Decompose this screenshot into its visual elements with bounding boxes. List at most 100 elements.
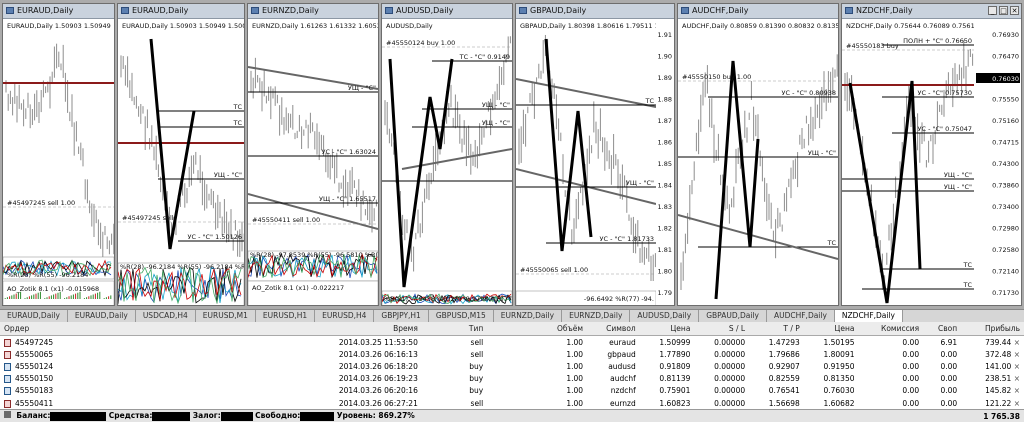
tab-eurnzd-daily[interactable]: EURNZD,Daily: [562, 310, 631, 322]
tab-eurusd-h4[interactable]: EURUSD,H4: [315, 310, 375, 322]
column-header[interactable]: Тип: [421, 322, 488, 336]
table-row[interactable]: 45550411 2014.03.26 06:27:21 sell 1.00 eurnz…: [0, 397, 1024, 410]
order-id: 45550183: [0, 385, 167, 397]
close-order-icon[interactable]: ×: [1014, 399, 1020, 408]
chart-icon: [251, 7, 259, 14]
column-header[interactable]: Ордер: [0, 322, 168, 336]
column-header[interactable]: Цена: [803, 322, 859, 336]
chart-window-gbpaud[interactable]: GBPAUD,Daily GBPAUD,Daily 1.80398 1.8061…: [515, 3, 675, 306]
table-cell: 1.79686: [768, 349, 800, 359]
order-icon: [4, 350, 11, 359]
chart-tabs-bar: EURAUD,Daily EURAUD,Daily USDCAD,H4 EURUSD,…: [0, 309, 1024, 323]
terminal-panel: Ордер Время Тип Объём Символ Цена S / LT / P Це…: [0, 322, 1024, 436]
chart-window-eurnzd[interactable]: EURNZD,Daily EURNZD,Daily 1.61263 1.6133…: [247, 3, 379, 306]
chart-label: NZDCHF,Daily 0.75644 0.76089 0.75612 0.7…: [846, 22, 995, 30]
window-title[interactable]: NZDCHF,Daily _ □ ✕: [842, 4, 1021, 19]
tab-gbpjpy-h1[interactable]: GBPJPY,H1: [374, 310, 429, 322]
chart-label: УС - "С" 0.75047: [918, 125, 972, 133]
table-cell: 0.81350: [823, 374, 855, 384]
tab-nzdchf-daily[interactable]: NZDCHF,Daily: [834, 310, 903, 322]
table-cell: 6.91: [940, 337, 958, 347]
close-order-icon[interactable]: ×: [1014, 338, 1020, 347]
table-cell: sell: [470, 398, 484, 408]
column-header[interactable]: Комиссия: [858, 322, 924, 336]
minimize-button[interactable]: _: [988, 6, 997, 15]
close-order-icon[interactable]: ×: [1014, 362, 1020, 371]
chart-label: 1.84: [658, 182, 672, 190]
chart-window-nzdchf[interactable]: NZDCHF,Daily _ □ ✕ NZDCHF,Daily 0.75644 …: [841, 3, 1022, 306]
tab-euraud-daily[interactable]: EURAUD,Daily: [68, 310, 136, 322]
close-order-icon[interactable]: ×: [1014, 386, 1020, 395]
window-title[interactable]: AUDUSD,Daily: [382, 4, 512, 19]
window-title[interactable]: AUDCHF,Daily: [678, 4, 838, 19]
chart-area[interactable]: EURAUD,Daily 1.50903 1.50949 #45497245 se…: [3, 19, 114, 306]
window-title[interactable]: EURAUD,Daily: [118, 4, 244, 19]
chart-icon: [519, 7, 527, 14]
total-profit: 1 765.38: [961, 409, 1024, 423]
table-row[interactable]: 45550150 2014.03.26 06:19:23 buy 1.00 audchf…: [0, 373, 1024, 385]
equity-label: Средства:: [108, 411, 153, 421]
close-button[interactable]: ✕: [1010, 6, 1019, 15]
tab-audusd-daily[interactable]: AUDUSD,Daily: [630, 310, 700, 322]
chart-label: УЩ - "С": [348, 84, 376, 92]
column-header[interactable]: Время: [167, 322, 422, 336]
chart-window-euraud-1[interactable]: EURAUD,Daily EURAUD,Daily 1.50903 1.5094…: [2, 3, 115, 306]
tab-gbpaud-daily[interactable]: GBPAUD,Daily: [699, 310, 767, 322]
chart-label: 1.85: [658, 160, 672, 168]
chart-icon: [845, 7, 853, 14]
column-header[interactable]: Символ: [587, 322, 640, 336]
window-title[interactable]: EURAUD,Daily: [3, 4, 114, 19]
column-header[interactable]: Своп: [923, 322, 962, 336]
chart-label: #45550065 sell 1.00: [520, 266, 588, 274]
table-cell: 0.81139: [659, 374, 691, 384]
chart-label: УЩ - "С": [944, 171, 972, 179]
window-title-text: EURNZD,Daily: [262, 6, 319, 15]
chart-label: 0.72980: [992, 225, 1019, 233]
chart-label: GBPAUD,Daily 1.80398 1.80616 1.79511 1.7…: [520, 22, 669, 30]
chart-label: 0.72140: [992, 268, 1019, 276]
table-row[interactable]: 45550124 2014.03.26 06:18:20 buy 1.00 audusd…: [0, 360, 1024, 372]
column-header[interactable]: Прибыль: [961, 322, 1024, 336]
chart-area[interactable]: AUDCHF,Daily 0.80859 0.81390 0.80832 0.8…: [678, 19, 838, 306]
column-header[interactable]: Цена: [639, 322, 695, 336]
tab-eurnzd-daily[interactable]: EURNZD,Daily: [494, 310, 563, 322]
window-title[interactable]: GBPAUD,Daily: [516, 4, 674, 19]
chart-window-audusd[interactable]: AUDUSD,Daily AUDUSD,Daily #45550124 buy 1…: [381, 3, 513, 306]
tab-usdcad-h4[interactable]: USDCAD,H4: [136, 310, 196, 322]
chart-label: ТС: [232, 119, 242, 127]
close-order-icon[interactable]: ×: [1014, 350, 1020, 359]
column-header[interactable]: S / L: [694, 322, 750, 336]
chart-label: УС - "С" 0.80938: [782, 89, 836, 97]
tab-euraud-daily[interactable]: EURAUD,Daily: [0, 310, 68, 322]
chart-label: 0.74300: [992, 160, 1019, 168]
chart-label: ТС: [232, 103, 242, 111]
chart-area[interactable]: EURNZD,Daily 1.61263 1.61332 1.60537 УЩ -…: [248, 19, 378, 306]
chart-area[interactable]: EURAUD,Daily 1.50903 1.50949 1.5004 ТС ТС У…: [118, 19, 244, 306]
table-row[interactable]: 45497245 2014.03.25 11:53:50 sell 1.00 eurau…: [0, 336, 1024, 349]
close-order-icon[interactable]: ×: [1014, 374, 1020, 383]
tab-audchf-daily[interactable]: AUDCHF,Daily: [767, 310, 835, 322]
table-row[interactable]: 45550183 2014.03.26 06:20:16 buy 1.00 nzdchf…: [0, 385, 1024, 397]
window-title-text: NZDCHF,Daily: [856, 6, 913, 15]
chart-area[interactable]: NZDCHF,Daily 0.75644 0.76089 0.75612 0.7…: [842, 19, 1021, 306]
tab-gbpusd-m15[interactable]: GBPUSD,M15: [429, 310, 494, 322]
column-header[interactable]: T / P: [749, 322, 804, 336]
tab-eurusd-h1[interactable]: EURUSD,H1: [256, 310, 316, 322]
maximize-button[interactable]: □: [999, 6, 1008, 15]
chart-area[interactable]: GBPAUD,Daily 1.80398 1.80616 1.79511 1.7…: [516, 19, 674, 306]
chart-window-euraud-2[interactable]: EURAUD,Daily EURAUD,Daily 1.50903 1.5094…: [117, 3, 245, 306]
chart-area[interactable]: AUDUSD,Daily #45550124 buy 1.00 ТС - "С" 0…: [382, 19, 512, 306]
balance-row: Баланс: Средства: Залог: Свободно: Урове…: [0, 409, 1024, 423]
chart-window-audchf[interactable]: AUDCHF,Daily AUDCHF,Daily 0.80859 0.8139…: [677, 3, 839, 306]
table-cell: 1.00: [566, 361, 584, 371]
table-cell: euraud: [609, 337, 636, 347]
orders-table: Ордер Время Тип Объём Символ Цена S / LT / P Це…: [0, 322, 1024, 423]
chart-label: 0.75160: [992, 117, 1019, 125]
table-row[interactable]: 45550065 2014.03.26 06:16:13 sell 1.00 gbpau…: [0, 348, 1024, 360]
window-title[interactable]: EURNZD,Daily: [248, 4, 378, 19]
table-cell: 0.76030: [823, 386, 855, 396]
chart-label: ТС - "С" 0.9149: [459, 53, 510, 61]
redacted-block: [220, 411, 253, 421]
tab-eurusd-m1[interactable]: EURUSD,M1: [196, 310, 256, 322]
column-header[interactable]: Объём: [487, 322, 588, 336]
